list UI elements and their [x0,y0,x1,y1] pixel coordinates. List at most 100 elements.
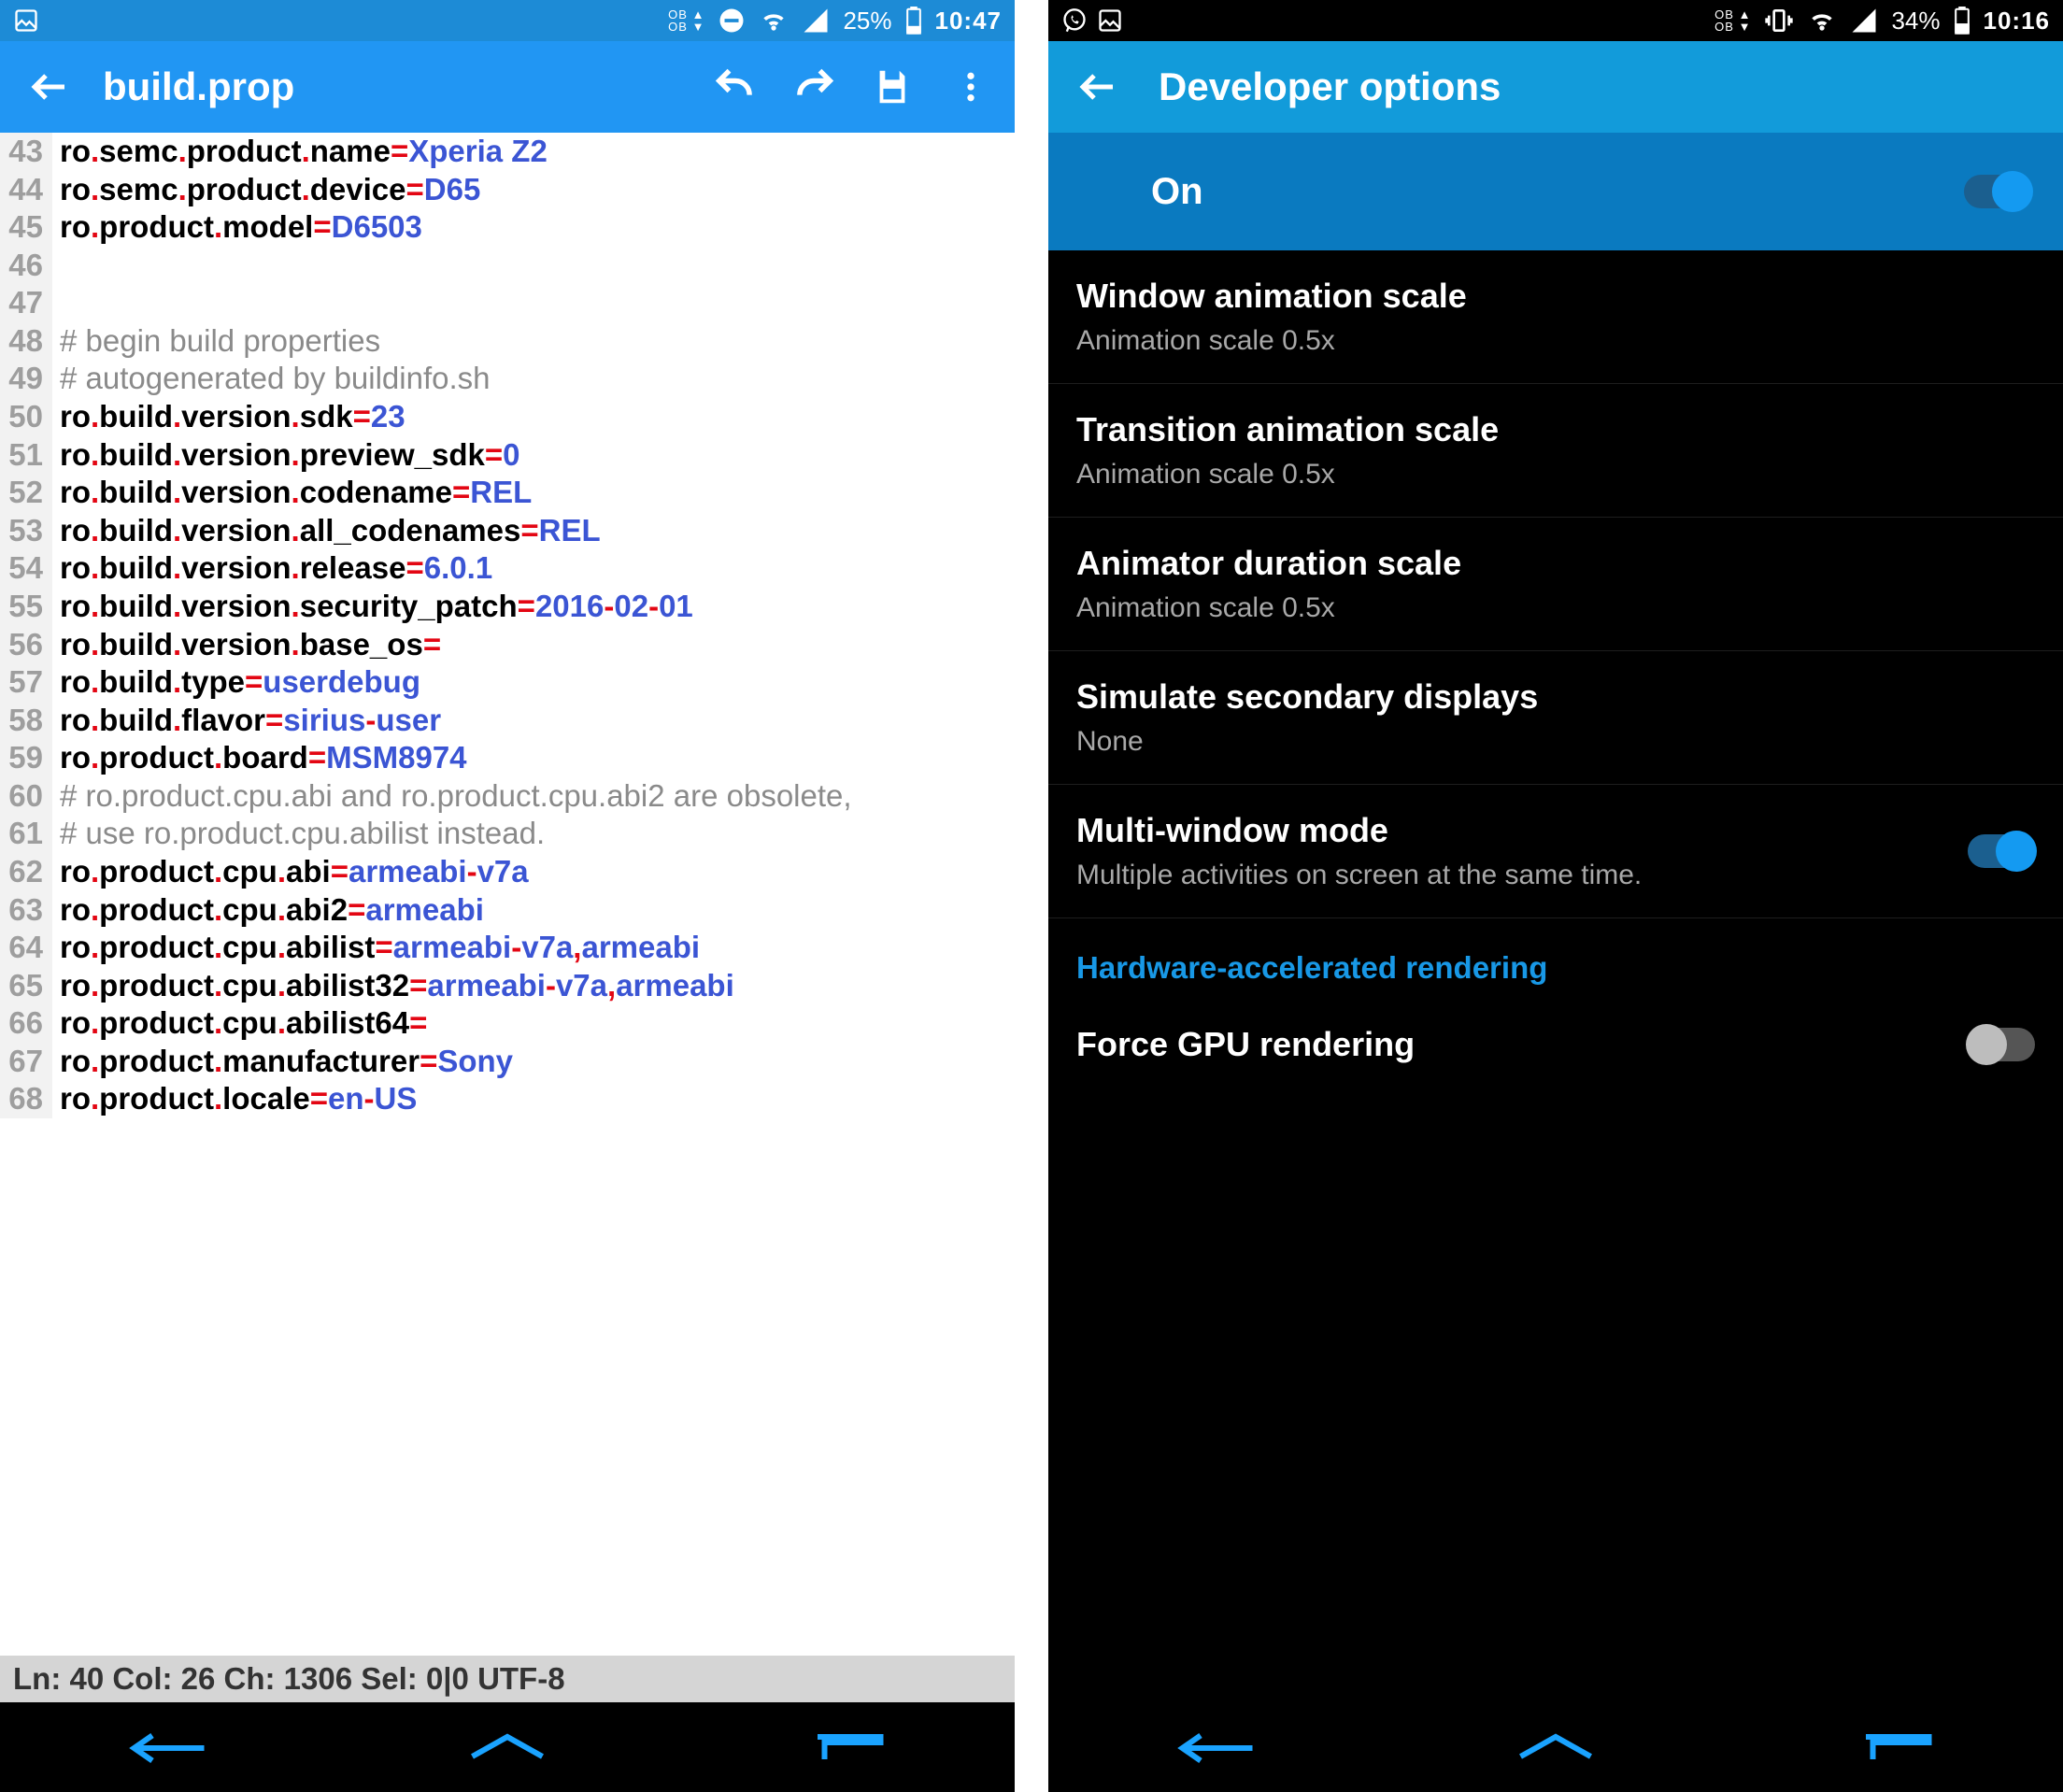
image-icon [1097,7,1123,34]
code-content[interactable]: # begin build properties [52,322,1015,361]
code-line[interactable]: 53ro.build.version.all_codenames=REL [0,512,1015,550]
code-line[interactable]: 62ro.product.cpu.abi=armeabi-v7a [0,853,1015,891]
code-content[interactable]: # ro.product.cpu.abi and ro.product.cpu.… [52,777,1015,816]
master-toggle[interactable] [1964,175,2031,208]
code-content[interactable]: ro.product.cpu.abi2=armeabi [52,891,1015,930]
code-content[interactable]: ro.product.manufacturer=Sony [52,1043,1015,1081]
code-line[interactable]: 51ro.build.version.preview_sdk=0 [0,436,1015,475]
code-line[interactable]: 54ro.build.version.release=6.0.1 [0,549,1015,588]
line-number: 46 [0,247,52,285]
settings-toggle[interactable] [1968,1028,2035,1061]
code-content[interactable]: ro.build.flavor=sirius-user [52,702,1015,740]
settings-row-title: Animator duration scale [1076,544,2035,583]
nav-back[interactable] [1175,1725,1259,1771]
code-line[interactable]: 65ro.product.cpu.abilist32=armeabi-v7a,a… [0,967,1015,1005]
settings-row[interactable]: Force GPU rendering [1048,999,2063,1090]
line-number: 50 [0,398,52,436]
code-content[interactable]: ro.product.model=D6503 [52,208,1015,247]
wifi-icon [1807,6,1837,36]
clock: 10:47 [935,7,1003,36]
line-number: 55 [0,588,52,626]
save-button[interactable] [867,62,918,112]
code-line[interactable]: 46 [0,247,1015,285]
code-line[interactable]: 57ro.build.type=userdebug [0,663,1015,702]
code-content[interactable]: ro.product.cpu.abilist32=armeabi-v7a,arm… [52,967,1015,1005]
page-title: Developer options [1159,64,1501,109]
appbar: Developer options [1048,41,2063,133]
code-content[interactable] [52,247,1015,285]
page-title: build.prop [103,64,294,109]
settings-row-subtitle: None [1076,726,2035,758]
code-content[interactable]: ro.build.version.release=6.0.1 [52,549,1015,588]
code-content[interactable] [52,284,1015,322]
line-number: 43 [0,133,52,171]
code-line[interactable]: 58ro.build.flavor=sirius-user [0,702,1015,740]
code-content[interactable]: # autogenerated by buildinfo.sh [52,360,1015,398]
line-number: 68 [0,1080,52,1118]
code-line[interactable]: 55ro.build.version.security_patch=2016-0… [0,588,1015,626]
nav-home[interactable] [465,1725,549,1771]
code-content[interactable]: ro.product.cpu.abilist=armeabi-v7a,armea… [52,929,1015,967]
code-content[interactable]: ro.build.version.all_codenames=REL [52,512,1015,550]
overflow-menu-button[interactable] [946,62,996,112]
line-number: 65 [0,967,52,1005]
code-line[interactable]: 66ro.product.cpu.abilist64= [0,1004,1015,1043]
image-icon [13,7,39,34]
settings-toggle[interactable] [1968,834,2035,868]
code-line[interactable]: 49# autogenerated by buildinfo.sh [0,360,1015,398]
code-line[interactable]: 68ro.product.locale=en-US [0,1080,1015,1118]
code-line[interactable]: 64ro.product.cpu.abilist=armeabi-v7a,arm… [0,929,1015,967]
code-content[interactable]: ro.build.version.preview_sdk=0 [52,436,1015,475]
code-line[interactable]: 43ro.semc.product.name=Xperia Z2 [0,133,1015,171]
code-content[interactable]: ro.build.type=userdebug [52,663,1015,702]
nav-recent[interactable] [1852,1725,1936,1771]
dnd-icon [718,7,746,35]
code-line[interactable]: 67ro.product.manufacturer=Sony [0,1043,1015,1081]
settings-row[interactable]: Simulate secondary displays None [1048,651,2063,785]
code-content[interactable]: ro.product.board=MSM8974 [52,739,1015,777]
settings-row[interactable]: Multi-window mode Multiple activities on… [1048,785,2063,918]
editor-statusline: Ln: 40 Col: 26 Ch: 1306 Sel: 0|0 UTF-8 [0,1656,1015,1702]
code-line[interactable]: 59ro.product.board=MSM8974 [0,739,1015,777]
master-toggle-row[interactable]: On [1048,133,2063,250]
nav-home[interactable] [1514,1725,1598,1771]
settings-row[interactable]: Animator duration scale Animation scale … [1048,518,2063,651]
back-button[interactable] [24,62,75,112]
settings-row-subtitle: Multiple activities on screen at the sam… [1076,860,1968,891]
settings-list[interactable]: Window animation scale Animation scale 0… [1048,250,2063,1702]
code-content[interactable]: ro.build.version.codename=REL [52,474,1015,512]
settings-row-title: Multi-window mode [1076,811,1968,850]
code-content[interactable]: ro.product.cpu.abi=armeabi-v7a [52,853,1015,891]
code-content[interactable]: ro.semc.product.name=Xperia Z2 [52,133,1015,171]
back-button[interactable] [1073,62,1123,112]
code-line[interactable]: 63ro.product.cpu.abi2=armeabi [0,891,1015,930]
settings-row-title: Force GPU rendering [1076,1025,1968,1064]
line-number: 67 [0,1043,52,1081]
code-line[interactable]: 44ro.semc.product.device=D65 [0,171,1015,209]
code-line[interactable]: 45ro.product.model=D6503 [0,208,1015,247]
code-content[interactable]: ro.semc.product.device=D65 [52,171,1015,209]
network-label: OB ▲OB ▼ [1714,8,1751,33]
code-content[interactable]: ro.product.cpu.abilist64= [52,1004,1015,1043]
code-editor[interactable]: 43ro.semc.product.name=Xperia Z244ro.sem… [0,133,1015,1656]
settings-row[interactable]: Transition animation scale Animation sca… [1048,384,2063,518]
settings-row[interactable]: Window animation scale Animation scale 0… [1048,250,2063,384]
code-line[interactable]: 56ro.build.version.base_os= [0,626,1015,664]
code-line[interactable]: 60# ro.product.cpu.abi and ro.product.cp… [0,777,1015,816]
code-content[interactable]: ro.build.version.base_os= [52,626,1015,664]
code-line[interactable]: 52ro.build.version.codename=REL [0,474,1015,512]
nav-back[interactable] [127,1725,211,1771]
code-content[interactable]: ro.build.version.sdk=23 [52,398,1015,436]
code-line[interactable]: 48# begin build properties [0,322,1015,361]
code-line[interactable]: 50ro.build.version.sdk=23 [0,398,1015,436]
line-number: 49 [0,360,52,398]
code-line[interactable]: 47 [0,284,1015,322]
undo-button[interactable] [710,62,761,112]
redo-button[interactable] [789,62,839,112]
code-content[interactable]: ro.product.locale=en-US [52,1080,1015,1118]
code-content[interactable]: ro.build.version.security_patch=2016-02-… [52,588,1015,626]
nav-recent[interactable] [804,1725,888,1771]
code-content[interactable]: # use ro.product.cpu.abilist instead. [52,815,1015,853]
signal-icon [802,7,830,35]
code-line[interactable]: 61# use ro.product.cpu.abilist instead. [0,815,1015,853]
